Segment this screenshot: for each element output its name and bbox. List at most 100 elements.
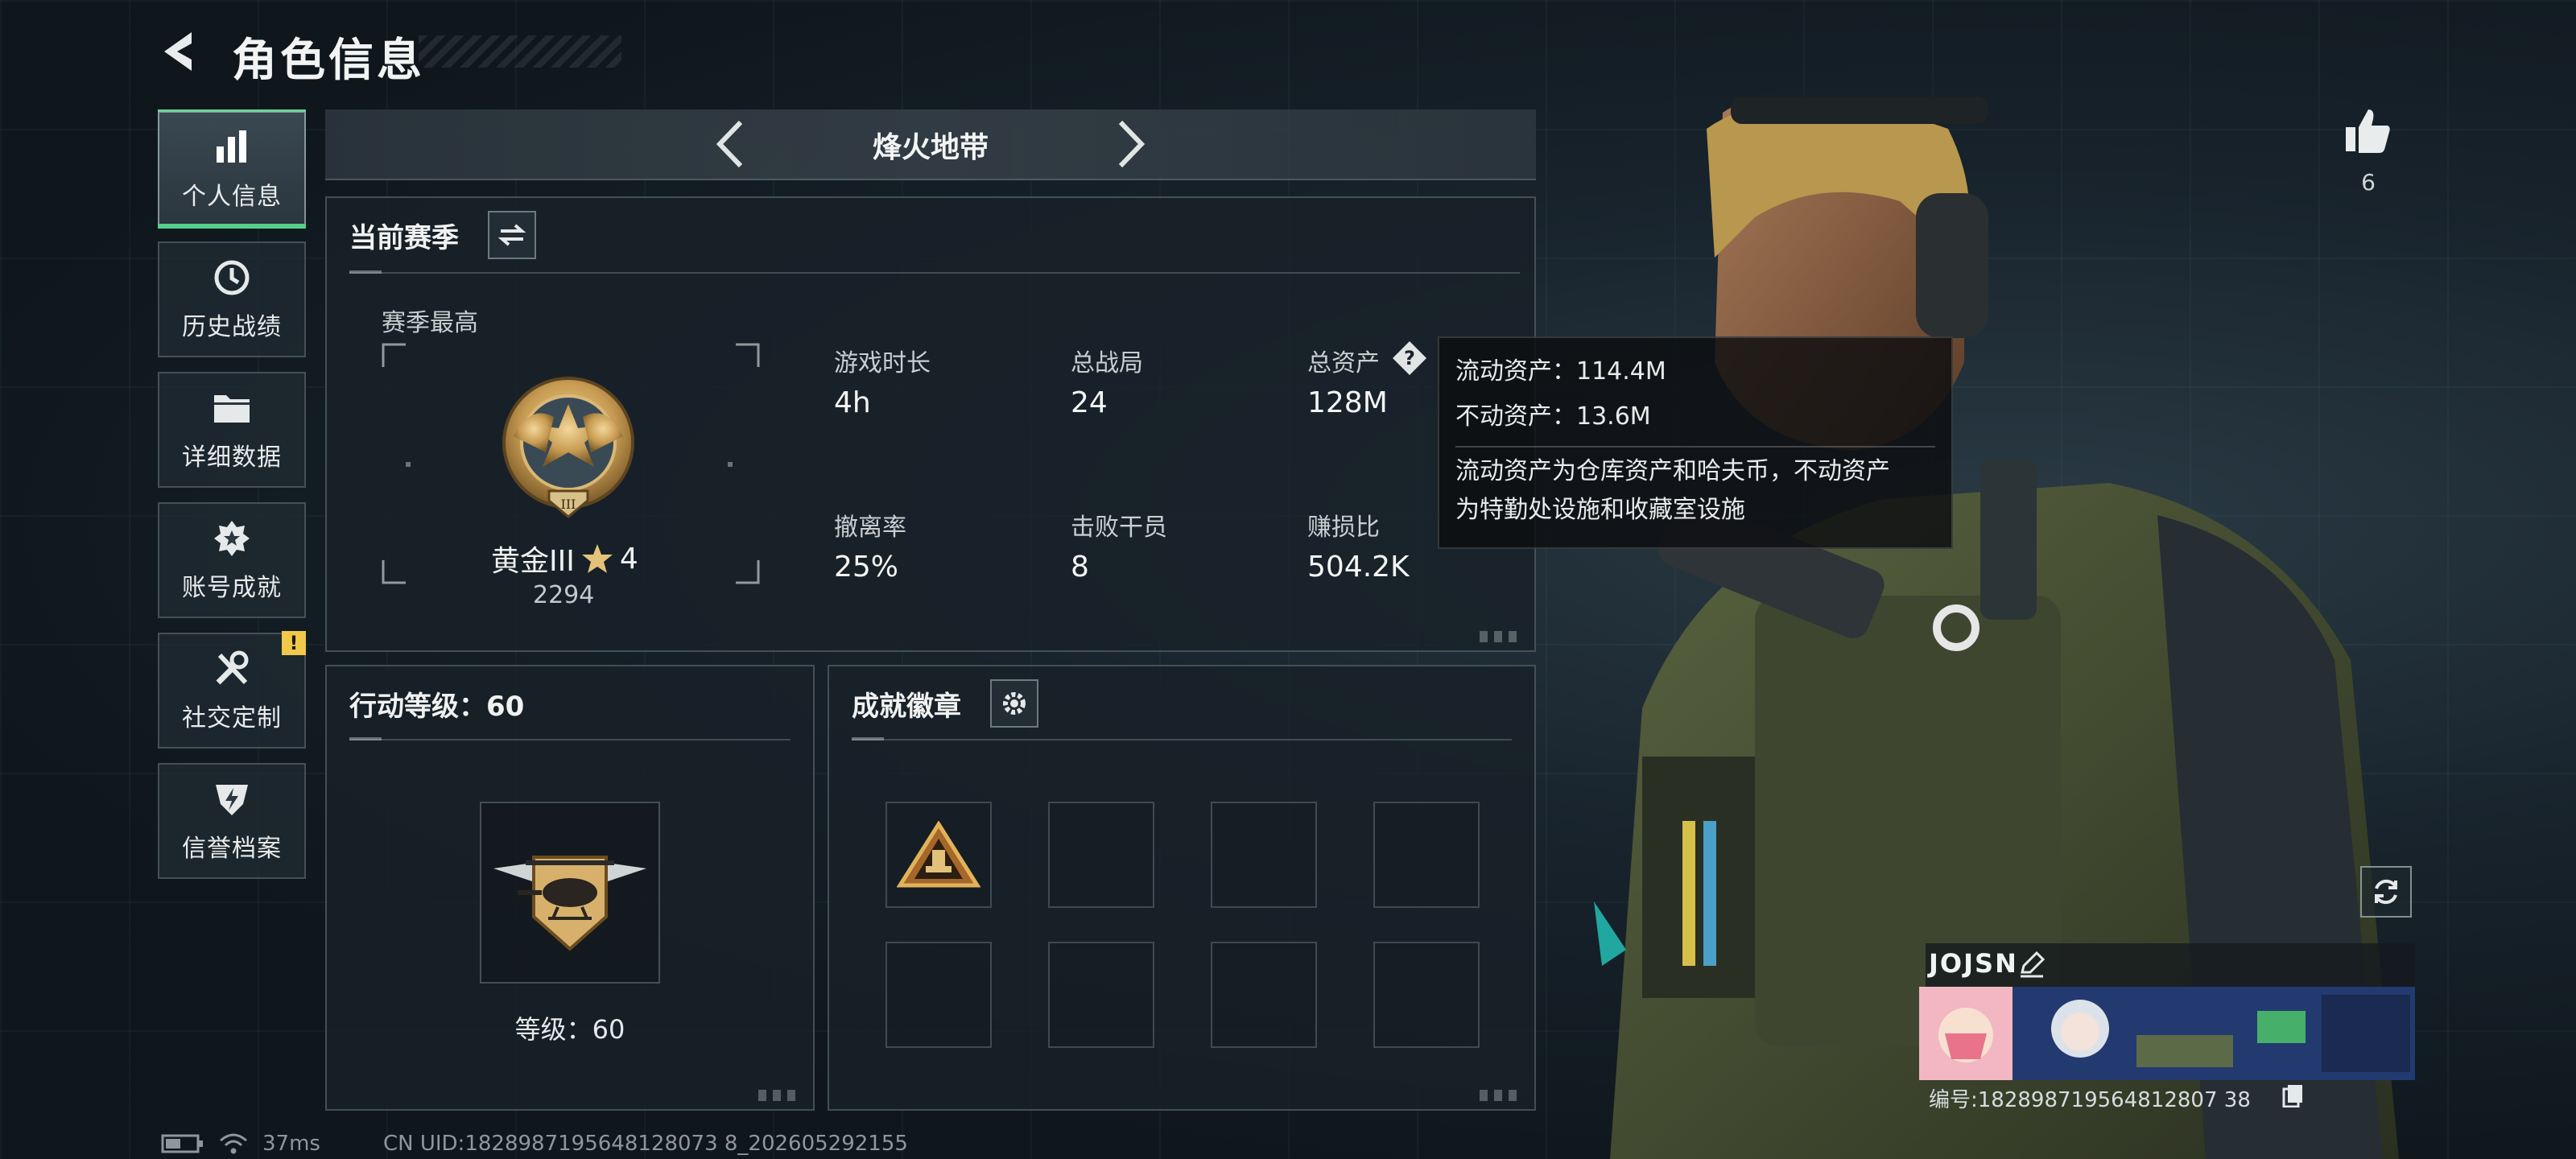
badges-title: 成就徽章 xyxy=(852,691,961,723)
badge-slot[interactable] xyxy=(1373,942,1480,1048)
season-best-label: 赛季最高 xyxy=(382,309,478,337)
reputation-shield-icon xyxy=(211,778,253,820)
player-id: 编号:182898719564812807 38 xyxy=(1929,1088,2251,1112)
stat-value-matches: 24 xyxy=(1071,386,1108,419)
stat-value-profit-ratio: 504.2K xyxy=(1307,551,1410,584)
stat-value-kills: 8 xyxy=(1071,551,1089,584)
divider xyxy=(349,739,791,740)
stat-value-playtime: 4h xyxy=(834,386,871,419)
tools-icon xyxy=(211,648,253,690)
stat-label-profit-ratio: 赚损比 xyxy=(1307,514,1380,542)
helicopter-emblem-icon xyxy=(493,856,646,951)
tooltip-description-line-2: 为特勤处设施和收藏室设施 xyxy=(1455,496,1745,524)
stat-value-total-assets: 128M xyxy=(1307,386,1388,419)
season-title: 当前赛季 xyxy=(349,222,459,254)
switch-season-button[interactable] xyxy=(488,211,536,259)
stat-label-total-assets: 总资产 xyxy=(1307,349,1380,377)
assets-tooltip: 流动资产：114.4M 不动资产：13.6M 流动资产为仓库资产和哈夫币，不动资… xyxy=(1438,336,1953,549)
divider-tick xyxy=(349,737,382,740)
sidebar-item-label: 信誉档案 xyxy=(182,835,282,863)
svg-text:III: III xyxy=(561,497,576,512)
help-icon[interactable]: ? xyxy=(1391,340,1428,377)
panel-corner-decoration xyxy=(758,1090,802,1101)
copy-id-button[interactable] xyxy=(2281,1083,2306,1108)
stat-value-extract-rate: 25% xyxy=(834,551,899,584)
page-title: 角色信息 xyxy=(232,35,425,87)
rank-score: 2294 xyxy=(533,581,595,609)
edit-name-button[interactable] xyxy=(2017,950,2046,979)
copy-icon xyxy=(2282,1085,2302,1108)
title-decoration xyxy=(419,35,621,68)
panel-corner-decoration xyxy=(1480,1090,1523,1101)
divider-tick xyxy=(852,737,884,740)
like-button[interactable] xyxy=(2343,105,2394,156)
status-bar: 37ms CN UID:1828987195648128073 8_202605… xyxy=(161,1132,908,1156)
ping-text: 37ms xyxy=(262,1132,320,1156)
rank-stars: 4 xyxy=(619,542,638,575)
history-clock-icon xyxy=(211,257,253,299)
folder-icon xyxy=(211,387,253,429)
badge-slot[interactable] xyxy=(1373,802,1480,908)
refresh-button[interactable] xyxy=(2360,866,2412,918)
badge-slot[interactable] xyxy=(886,802,992,908)
sidebar-item-label: 个人信息 xyxy=(182,183,282,211)
battery-icon xyxy=(161,1134,203,1153)
stat-label-extract-rate: 撤离率 xyxy=(834,514,906,542)
divider xyxy=(852,739,1512,740)
sidebar-item-label: 社交定制 xyxy=(182,704,282,732)
svg-text:?: ? xyxy=(1404,347,1415,369)
sidebar-item-label: 历史战绩 xyxy=(182,313,282,341)
bar-chart-icon xyxy=(211,126,253,168)
achievement-badge-icon xyxy=(897,821,980,888)
gold-rank-emblem-icon: III xyxy=(497,372,639,533)
badge-slot[interactable] xyxy=(1211,942,1317,1048)
tooltip-liquid-assets: 流动资产：114.4M xyxy=(1455,357,1666,386)
sidebar-item-label: 详细数据 xyxy=(182,443,282,472)
level-emblem-frame xyxy=(480,802,660,984)
divider-tick xyxy=(349,270,382,274)
panel-corner-decoration xyxy=(1480,631,1523,642)
tooltip-divider xyxy=(1455,446,1935,448)
rank-name-row: 黄金III 4 xyxy=(491,538,652,580)
badge-slot[interactable] xyxy=(1048,802,1154,908)
back-button[interactable] xyxy=(158,27,206,76)
level-title: 行动等级：60 xyxy=(349,691,525,723)
like-count: 6 xyxy=(2361,169,2376,196)
badge-slot[interactable] xyxy=(1211,802,1317,908)
prev-mode-button[interactable] xyxy=(708,118,750,171)
back-arrow-icon xyxy=(164,32,192,71)
sidebar-item-social[interactable]: ! 社交定制 xyxy=(158,631,306,749)
divider xyxy=(349,272,1520,274)
sidebar-item-achievements[interactable]: 账号成就 xyxy=(158,502,306,618)
star-icon xyxy=(581,544,613,573)
gear-icon xyxy=(1003,692,1026,715)
stat-label-playtime: 游戏时长 xyxy=(834,349,931,377)
sidebar-item-reputation[interactable]: 信誉档案 xyxy=(158,763,306,879)
profile-banner-image xyxy=(1919,987,2415,1080)
sidebar-item-history[interactable]: 历史战绩 xyxy=(158,241,306,357)
rank-name: 黄金III xyxy=(491,545,575,578)
badge-settings-button[interactable] xyxy=(990,679,1038,728)
achievement-star-icon xyxy=(211,518,253,559)
mode-title: 烽火地带 xyxy=(872,131,989,164)
sidebar-item-detail-data[interactable]: 详细数据 xyxy=(158,372,306,488)
next-mode-button[interactable] xyxy=(1111,118,1153,171)
swap-icon xyxy=(497,224,526,246)
tooltip-fixed-assets: 不动资产：13.6M xyxy=(1455,402,1651,431)
sidebar-item-personal-info[interactable]: 个人信息 xyxy=(158,109,306,229)
sidebar-item-label: 账号成就 xyxy=(182,574,282,602)
badge-slot[interactable] xyxy=(1048,942,1154,1048)
pencil-icon xyxy=(2021,951,2046,978)
stat-label-kills: 击败干员 xyxy=(1071,514,1167,542)
chevron-right-icon xyxy=(1118,120,1146,168)
warning-badge: ! xyxy=(282,631,306,655)
player-name: JOJSN xyxy=(1929,948,2018,979)
wifi-icon xyxy=(220,1133,247,1154)
refresh-icon xyxy=(2375,879,2397,905)
stat-label-matches: 总战局 xyxy=(1071,349,1143,377)
chevron-left-icon xyxy=(716,120,743,168)
thumbs-up-icon xyxy=(2346,109,2390,153)
badge-slot[interactable] xyxy=(886,942,992,1048)
uid-text: CN UID:1828987195648128073 8_20260529215… xyxy=(382,1132,908,1156)
tooltip-description-line-1: 流动资产为仓库资产和哈夫币，不动资产 xyxy=(1455,457,1890,485)
